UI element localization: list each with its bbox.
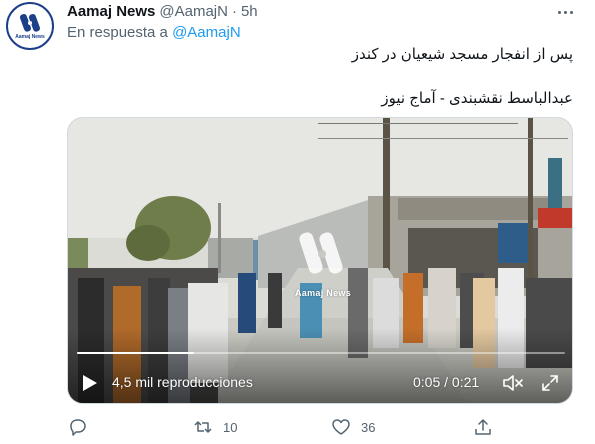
time-total: 0:21 [451,374,480,390]
fullscreen-icon [542,375,558,391]
video-player[interactable]: Aamaj News 4,5 mil reproducciones 0:05 /… [67,117,573,404]
reply-button[interactable] [68,416,98,438]
mute-button[interactable] [502,373,524,393]
share-button[interactable] [473,416,503,438]
separator-dot: · [231,3,237,20]
play-button[interactable] [82,374,98,392]
video-progress-fill [77,352,195,354]
retweet-count: 10 [223,419,238,435]
like-count: 36 [361,419,376,435]
fullscreen-button[interactable] [541,374,559,392]
reply-prefix: En respuesta a [67,24,168,41]
reply-icon [70,419,86,436]
aamaj-logo-mark [19,14,40,32]
retweet-button[interactable]: 10 [193,416,237,438]
share-icon [475,419,491,435]
tweet-actions: 10 36 [58,412,498,442]
tweet: Aamaj News Aamaj News @AamajN · 5h En re… [0,0,595,444]
tweet-text-line-2: عبدالباسط نقشبندی - آماج نیوز [381,90,573,107]
more-icon [557,10,573,14]
view-count: 4,5 mil reproducciones [112,374,253,390]
display-name[interactable]: Aamaj News [67,3,155,20]
watermark-logo-icon [299,232,343,274]
video-watermark: Aamaj News [290,224,356,298]
more-button[interactable] [552,2,578,22]
like-icon [332,419,350,435]
watermark-label: Aamaj News [294,288,352,298]
tweet-header: Aamaj News @AamajN · 5h [67,3,258,21]
volume-muted-icon [503,375,523,391]
tweet-time[interactable]: 5h [241,3,258,20]
avatar-label: Aamaj News [15,34,45,40]
time-separator: / [444,374,449,390]
video-timecode: 0:05 / 0:21 [413,374,479,390]
avatar[interactable]: Aamaj News [6,2,54,50]
tweet-text-line-1: پس از انفجار مسجد شیعیان در کندز [351,46,573,63]
aamaj-logo: Aamaj News [10,6,50,46]
video-progress-bar[interactable] [77,352,565,354]
reply-context: En respuesta a @AamajN [67,24,241,41]
user-handle[interactable]: @AamajN [159,3,228,20]
play-icon [83,375,97,391]
like-button[interactable]: 36 [331,416,375,438]
retweet-icon [194,421,212,433]
time-current: 0:05 [413,374,441,390]
reply-to-link[interactable]: @AamajN [172,24,241,41]
